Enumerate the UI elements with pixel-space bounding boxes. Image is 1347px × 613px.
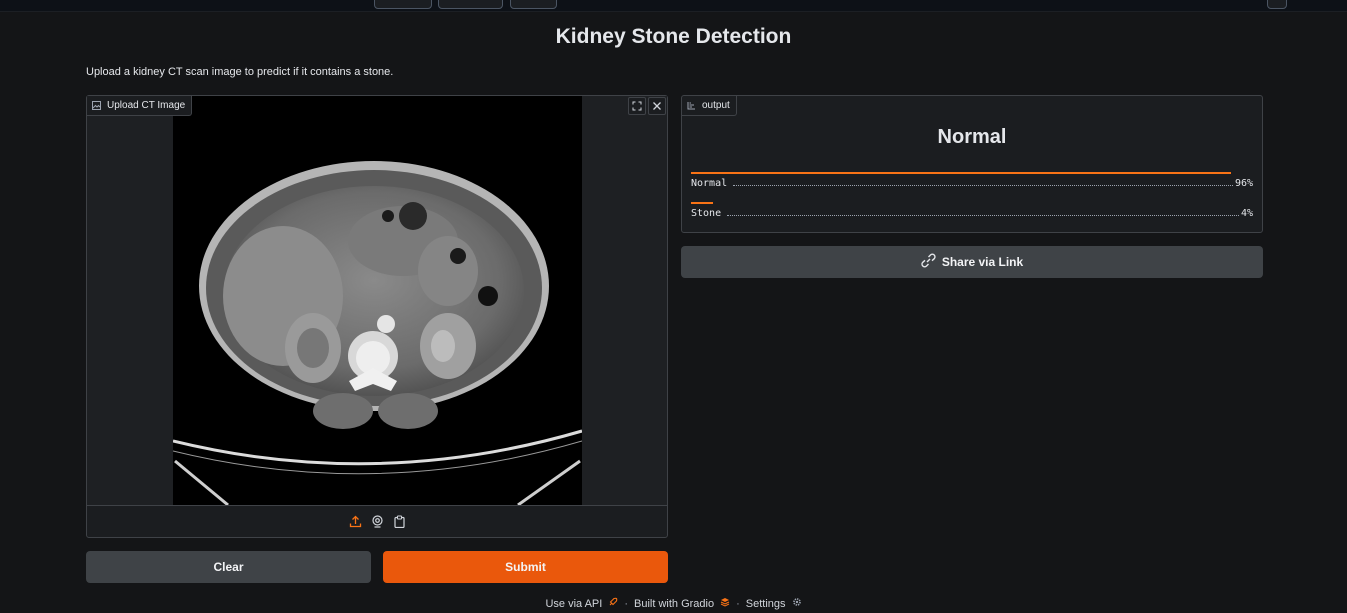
gear-icon [792,597,802,610]
confidence-bar [691,202,714,204]
page-title: Kidney Stone Detection [555,25,792,48]
confidence-value: 4% [1240,208,1253,219]
confidence-row-stone: Stone 4% [691,202,1253,219]
clipboard-icon[interactable] [392,515,406,529]
close-icon[interactable] [648,97,666,115]
settings-link[interactable]: Settings [746,598,786,610]
top-tab[interactable] [374,0,432,9]
page-description: Upload a kidney CT scan image to predict… [86,66,394,78]
ct-scan-image [172,96,583,507]
use-api-link[interactable]: Use via API [545,598,602,610]
image-preview[interactable] [87,96,667,507]
image-source-toolbar [87,505,667,537]
separator: · [736,597,740,610]
share-link-button[interactable]: Share via Link [681,246,1263,278]
confidence-label: Stone [691,208,722,219]
image-upload-panel[interactable]: Upload CT Image [86,95,668,538]
label-icon [687,101,696,110]
top-action[interactable] [1267,0,1287,9]
separator: · [624,597,628,610]
gradio-logo-icon [720,597,730,610]
image-icon [92,101,101,110]
confidence-label: Normal [691,178,728,189]
confidence-bar [691,172,1231,174]
webcam-icon[interactable] [370,515,384,529]
top-tab[interactable] [510,0,557,9]
input-label: Upload CT Image [87,96,193,116]
top-tab[interactable] [438,0,503,9]
output-panel: output Normal Normal 96% Stone 4% [681,95,1263,233]
upload-icon[interactable] [348,515,362,529]
link-icon [921,253,936,271]
top-bar [0,0,1347,12]
prediction-label: Normal [937,126,1007,148]
fullscreen-icon[interactable] [628,97,646,115]
footer: Use via API · Built with Gradio · Settin… [0,597,1347,610]
confidence-row-normal: Normal 96% [691,172,1253,189]
rocket-icon [608,597,618,610]
image-corner-actions [627,96,667,116]
output-label-text: output [702,100,730,111]
output-label: output [682,96,737,116]
submit-button[interactable]: Submit [383,551,668,583]
share-label: Share via Link [941,255,1024,269]
input-label-text: Upload CT Image [107,100,186,111]
built-with-gradio-link[interactable]: Built with Gradio [634,598,714,610]
confidence-value: 96% [1234,178,1253,189]
clear-button[interactable]: Clear [86,551,371,583]
